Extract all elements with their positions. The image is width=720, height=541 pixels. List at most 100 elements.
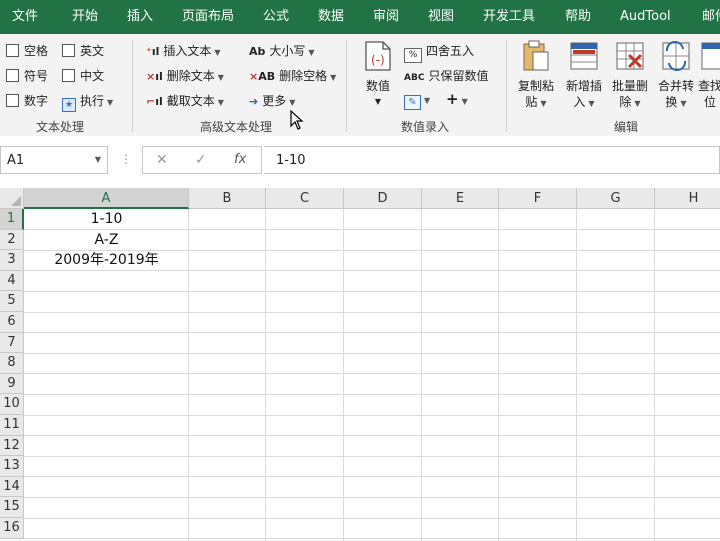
chevron-down-icon[interactable]: ▼	[95, 155, 101, 164]
tab-audtool[interactable]: AudTool	[620, 0, 671, 34]
chevron-down-icon: ▼	[308, 48, 315, 57]
column-header-g[interactable]: G	[577, 188, 655, 209]
formula-input[interactable]: 1-10	[264, 146, 720, 174]
plus-button[interactable]: + ▼	[446, 90, 468, 108]
name-box[interactable]: A1 ▼	[0, 146, 108, 174]
checkbox-english[interactable]: 英文	[62, 42, 104, 59]
chevron-down-icon: ▼	[289, 98, 296, 107]
row-header-14[interactable]: 14	[0, 476, 24, 498]
tab-review[interactable]: 审阅	[373, 0, 399, 34]
checkbox-chinese[interactable]: 中文	[62, 67, 104, 84]
execute-button[interactable]: ★ 执行 ▼	[62, 92, 113, 112]
checkbox-box[interactable]	[62, 44, 75, 57]
row-header-15[interactable]: 15	[0, 497, 24, 518]
case-icon: Ab	[249, 45, 266, 58]
delete-space-label: 删除空格	[279, 69, 328, 83]
extract-text-icon: ⌐ıl	[146, 95, 163, 108]
find-label-2: 位	[704, 95, 717, 109]
column-header-e[interactable]: E	[422, 188, 499, 209]
checkbox-number-label: 数字	[24, 94, 49, 108]
chevron-down-icon: ▼	[634, 99, 641, 108]
row-header-13[interactable]: 13	[0, 456, 24, 477]
keep-values-button[interactable]: ABC 只保留数值	[404, 67, 488, 84]
delete-space-button[interactable]: ×AB 删除空格 ▼	[249, 67, 336, 84]
tab-data[interactable]: 数据	[318, 0, 344, 34]
tab-view[interactable]: 视图	[428, 0, 454, 34]
row-header-6[interactable]: 6	[0, 312, 24, 333]
ribbon-tab-bar: 文件 开始 插入 页面布局 公式 数据 审阅 视图 开发工具 帮助 AudToo…	[0, 0, 720, 34]
mouse-cursor-icon	[290, 110, 304, 130]
row-header-12[interactable]: 12	[0, 435, 24, 457]
more-button[interactable]: ➔ 更多 ▼	[249, 92, 295, 109]
batch-delete-button[interactable]: 批量删 除 ▼	[606, 40, 654, 116]
column-header-h[interactable]: H	[655, 188, 720, 209]
cell-a2[interactable]: A-Z	[25, 230, 188, 250]
delete-text-icon: ×ıl	[146, 70, 163, 83]
chevron-down-icon: ▼	[214, 48, 221, 57]
tab-help[interactable]: 帮助	[565, 0, 591, 34]
delete-text-button[interactable]: ×ıl 删除文本 ▼	[146, 67, 224, 84]
group-label-number-entry: 数值录入	[401, 120, 450, 134]
tab-file[interactable]: 文件	[12, 0, 38, 34]
column-header-d[interactable]: D	[344, 188, 422, 209]
checkbox-box[interactable]	[62, 69, 75, 82]
extract-text-button[interactable]: ⌐ıl 截取文本 ▼	[146, 92, 224, 109]
row-header-4[interactable]: 4	[0, 270, 24, 292]
column-header-c[interactable]: C	[266, 188, 344, 209]
insert-text-button[interactable]: ⁺ıl 插入文本 ▼	[146, 42, 221, 59]
merge-convert-label-2-text: 换	[665, 95, 678, 109]
tab-home[interactable]: 开始	[72, 0, 98, 34]
checkbox-symbol-label: 符号	[24, 69, 49, 83]
column-header-a[interactable]: A	[24, 188, 189, 209]
column-header-f[interactable]: F	[499, 188, 577, 209]
tab-mail[interactable]: 邮件	[702, 0, 720, 34]
formula-input-value: 1-10	[276, 153, 306, 168]
row-header-16[interactable]: 16	[0, 518, 24, 539]
tab-developer[interactable]: 开发工具	[483, 0, 535, 34]
case-button[interactable]: Ab 大小写 ▼	[249, 42, 315, 59]
row-header-2[interactable]: 2	[0, 229, 24, 251]
tab-formulas[interactable]: 公式	[263, 0, 289, 34]
spreadsheet-grid[interactable]: A B C D E F G H 1 2 3 4 5 6 7 8 9 10 11 …	[0, 188, 720, 541]
confirm-icon[interactable]: ✓	[195, 152, 207, 168]
checkbox-box[interactable]	[6, 44, 19, 57]
row-header-5[interactable]: 5	[0, 291, 24, 312]
value-button[interactable]: (-) 数值 ▼	[356, 40, 400, 112]
case-label: 大小写	[269, 44, 306, 58]
round-label: 四舍五入	[426, 44, 475, 58]
tab-insert[interactable]: 插入	[127, 0, 153, 34]
checkbox-number[interactable]: 数字	[6, 92, 48, 109]
group-divider	[346, 40, 347, 132]
tab-page-layout[interactable]: 页面布局	[182, 0, 234, 34]
new-insert-label-2-text: 入	[573, 95, 586, 109]
delete-space-icon: ×AB	[249, 70, 276, 83]
row-header-1[interactable]: 1	[0, 209, 24, 230]
merge-convert-button[interactable]: 合并转 换 ▼	[652, 40, 700, 116]
row-header-10[interactable]: 10	[0, 394, 24, 415]
row-header-7[interactable]: 7	[0, 332, 24, 354]
checkbox-box[interactable]	[6, 94, 19, 107]
name-box-value: A1	[7, 153, 25, 168]
edit-pencil-button[interactable]: ✎ ▼	[404, 92, 430, 110]
insert-function-icon[interactable]: fx	[234, 152, 246, 167]
checkbox-symbol[interactable]: 符号	[6, 67, 48, 84]
cell-a1[interactable]: 1-10	[25, 209, 188, 229]
merge-convert-label-1: 合并转	[657, 79, 694, 93]
row-header-3[interactable]: 3	[0, 250, 24, 271]
formula-bar-splitter[interactable]: ⋮	[120, 152, 132, 166]
cell-a3[interactable]: 2009年-2019年	[25, 250, 188, 270]
more-label: 更多	[262, 94, 287, 108]
copy-paste-button[interactable]: 复制粘 贴 ▼	[512, 40, 560, 116]
new-insert-button[interactable]: 新增插 入 ▼	[560, 40, 608, 116]
chevron-down-icon: ▼	[588, 99, 595, 108]
merge-convert-icon	[662, 41, 690, 71]
cancel-icon[interactable]: ✕	[156, 152, 168, 168]
checkbox-space[interactable]: 空格	[6, 42, 48, 59]
row-header-9[interactable]: 9	[0, 373, 24, 395]
find-locate-button[interactable]: 查找 位	[698, 40, 720, 116]
row-header-8[interactable]: 8	[0, 353, 24, 374]
row-header-11[interactable]: 11	[0, 415, 24, 436]
checkbox-box[interactable]	[6, 69, 19, 82]
column-header-b[interactable]: B	[189, 188, 266, 209]
round-button[interactable]: % 四舍五入	[404, 42, 474, 63]
